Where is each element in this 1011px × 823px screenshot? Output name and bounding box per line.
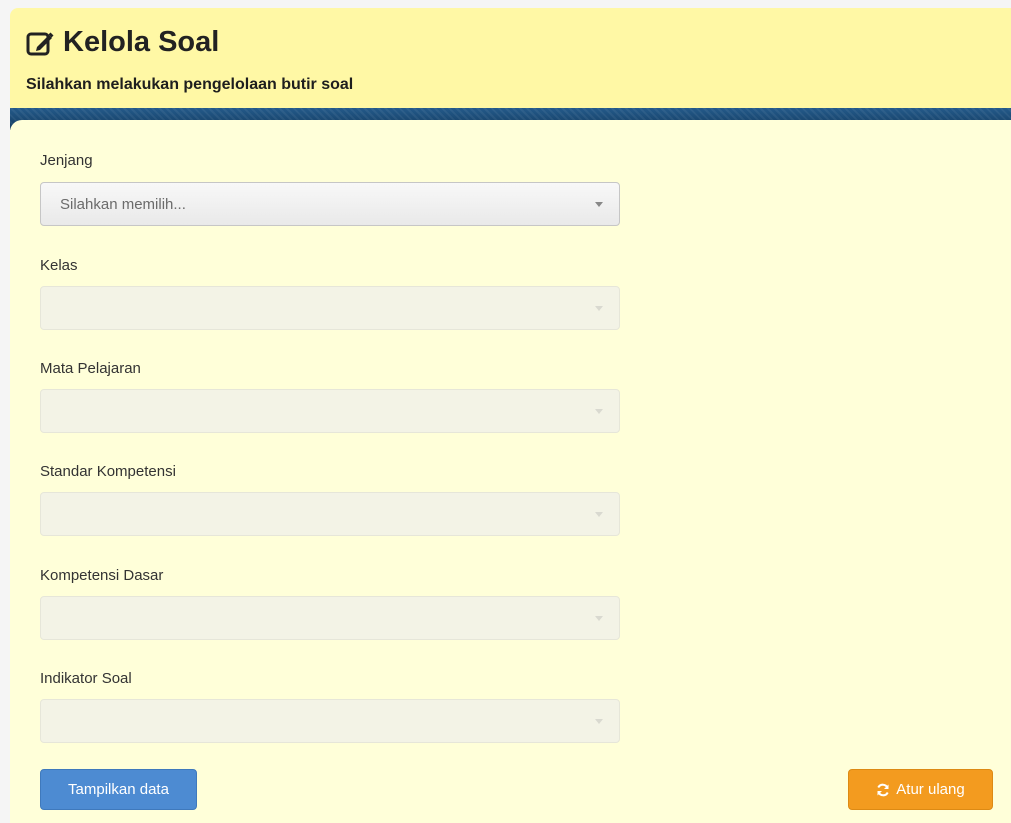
- page-header: Kelola Soal Silahkan melakukan pengelola…: [10, 8, 1011, 108]
- chevron-down-icon: [595, 719, 603, 724]
- refresh-icon: [876, 783, 890, 797]
- chevron-down-icon: [595, 202, 603, 207]
- page-title-text: Kelola Soal: [63, 26, 220, 58]
- page-title: Kelola Soal: [25, 26, 219, 59]
- page: Kelola Soal Silahkan melakukan pengelola…: [0, 0, 1011, 823]
- mata-pelajaran-select[interactable]: [40, 389, 620, 433]
- jenjang-select[interactable]: Silahkan memilih...: [40, 182, 620, 226]
- edit-icon: [25, 28, 55, 58]
- chevron-down-icon: [595, 616, 603, 621]
- mata-pelajaran-label: Mata Pelajaran: [40, 360, 141, 377]
- indikator-soal-select[interactable]: [40, 699, 620, 743]
- standar-kompetensi-label: Standar Kompetensi: [40, 463, 176, 480]
- standar-kompetensi-select[interactable]: [40, 492, 620, 536]
- chevron-down-icon: [595, 512, 603, 517]
- page-subtitle: Silahkan melakukan pengelolaan butir soa…: [26, 76, 354, 93]
- kelas-select[interactable]: [40, 286, 620, 330]
- chevron-down-icon: [595, 306, 603, 311]
- indikator-soal-label: Indikator Soal: [40, 670, 132, 687]
- jenjang-label: Jenjang: [40, 152, 93, 169]
- show-data-button[interactable]: Tampilkan data: [40, 769, 197, 810]
- reset-button[interactable]: Atur ulang: [848, 769, 993, 810]
- kelas-label: Kelas: [40, 257, 78, 274]
- jenjang-select-value: Silahkan memilih...: [60, 196, 186, 213]
- kompetensi-dasar-select[interactable]: [40, 596, 620, 640]
- chevron-down-icon: [595, 409, 603, 414]
- kompetensi-dasar-label: Kompetensi Dasar: [40, 567, 164, 584]
- form-panel: Jenjang Silahkan memilih... Kelas Mata P…: [10, 120, 1011, 823]
- reset-button-label: Atur ulang: [896, 781, 965, 798]
